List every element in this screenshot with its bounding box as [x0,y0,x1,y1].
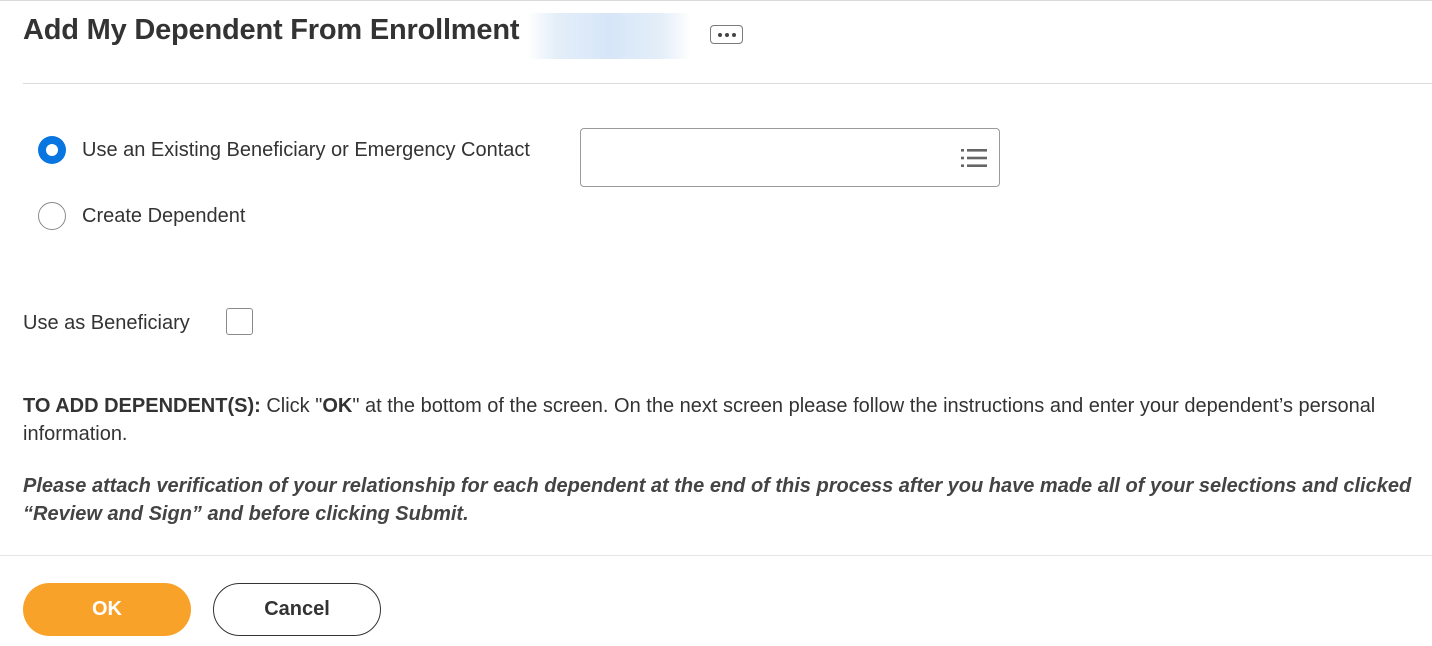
radio-label-create: Create Dependent [82,204,246,227]
radio-option-existing[interactable]: Use an Existing Beneficiary or Emergency… [38,136,530,164]
footer-divider [0,555,1432,556]
list-prompt-icon[interactable] [961,148,987,168]
top-border [0,0,1432,1]
use-as-beneficiary-checkbox[interactable] [226,308,253,335]
worker-name-chip [527,13,691,59]
instructions-ok-word: OK [322,395,353,417]
cancel-button[interactable]: Cancel [213,583,381,636]
more-dot-icon [724,32,729,37]
radio-option-create[interactable]: Create Dependent [38,202,245,230]
related-actions-button[interactable] [710,25,743,44]
page-title: Add My Dependent From Enrollment [23,14,520,46]
radio-button-selected[interactable] [38,136,66,164]
existing-contact-prompt-input[interactable] [580,128,1000,187]
radio-label-existing: Use an Existing Beneficiary or Emergency… [82,138,530,161]
more-dot-icon [731,32,736,37]
more-dot-icon [717,32,722,37]
add-dependent-page: Add My Dependent From Enrollment Use an … [0,0,1432,646]
instructions-text: TO ADD DEPENDENT(S): Click "OK" at the b… [23,392,1423,448]
instructions-part-1: Click " [260,395,323,417]
instructions-heading: TO ADD DEPENDENT(S): [23,395,261,417]
header-divider [23,83,1432,84]
verification-note: Please attach verification of your relat… [23,475,1412,525]
radio-button-unselected[interactable] [38,202,66,230]
ok-button[interactable]: OK [23,583,191,636]
use-as-beneficiary-label: Use as Beneficiary [23,312,190,334]
